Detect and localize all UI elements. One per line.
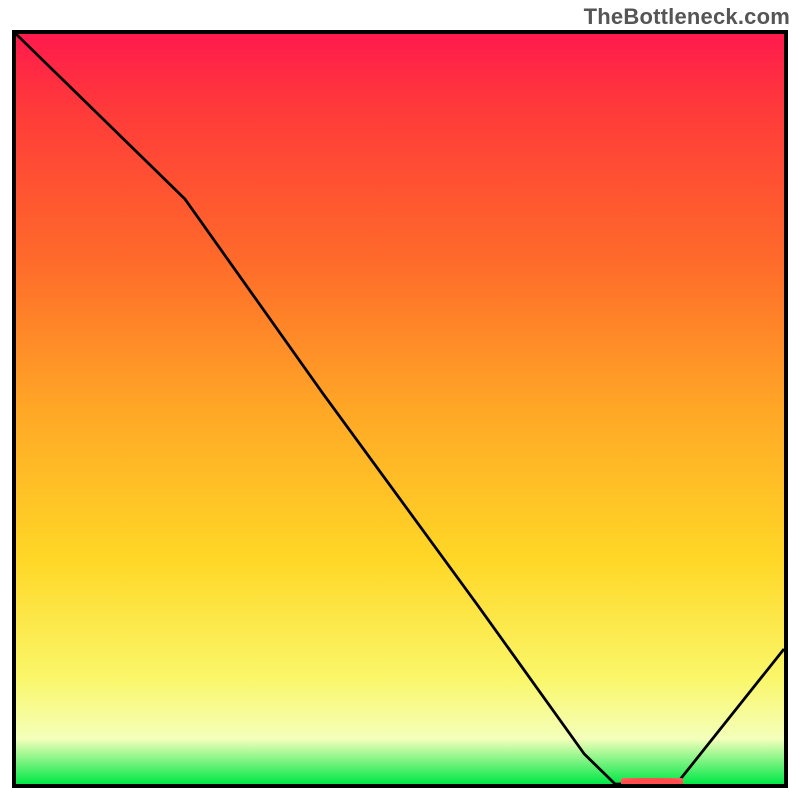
bottleneck-curve <box>16 34 784 784</box>
watermark-text: TheBottleneck.com <box>584 4 790 30</box>
plot-area <box>12 30 788 788</box>
chart-frame: TheBottleneck.com <box>0 0 800 800</box>
optimum-marker <box>621 778 683 788</box>
